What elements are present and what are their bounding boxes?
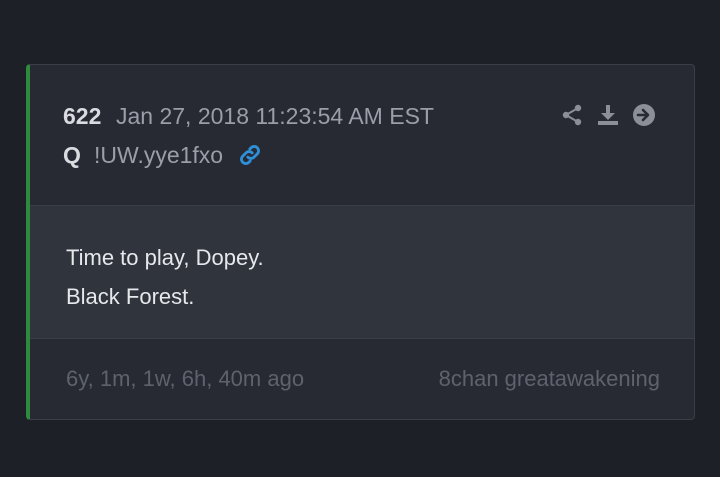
post-number: 622 bbox=[63, 103, 102, 129]
post-source: 8chan greatawakening bbox=[438, 366, 660, 391]
link-icon[interactable] bbox=[237, 142, 263, 168]
arrow-right-circle-icon[interactable] bbox=[632, 103, 656, 127]
download-icon[interactable] bbox=[596, 103, 620, 127]
post-timestamp: Jan 27, 2018 11:23:54 AM EST bbox=[116, 103, 434, 129]
post-actions bbox=[560, 103, 656, 127]
share-icon[interactable] bbox=[560, 103, 584, 127]
post-author: Q bbox=[63, 142, 81, 168]
post-text-line: Black Forest. bbox=[66, 284, 195, 309]
post-card: 622 Jan 27, 2018 11:23:54 AM EST Q !UW.y… bbox=[26, 64, 695, 420]
relative-time: 6y, 1m, 1w, 6h, 40m ago bbox=[66, 366, 305, 391]
post-tripcode: !UW.yye1fxo bbox=[94, 142, 224, 168]
post-footer: 6y, 1m, 1w, 6h, 40m ago 8chan greatawake… bbox=[30, 339, 694, 419]
post-body: Time to play, Dopey. Black Forest. bbox=[30, 206, 694, 339]
post-header: 622 Jan 27, 2018 11:23:54 AM EST Q !UW.y… bbox=[30, 65, 694, 206]
post-text-line: Time to play, Dopey. bbox=[66, 245, 264, 270]
